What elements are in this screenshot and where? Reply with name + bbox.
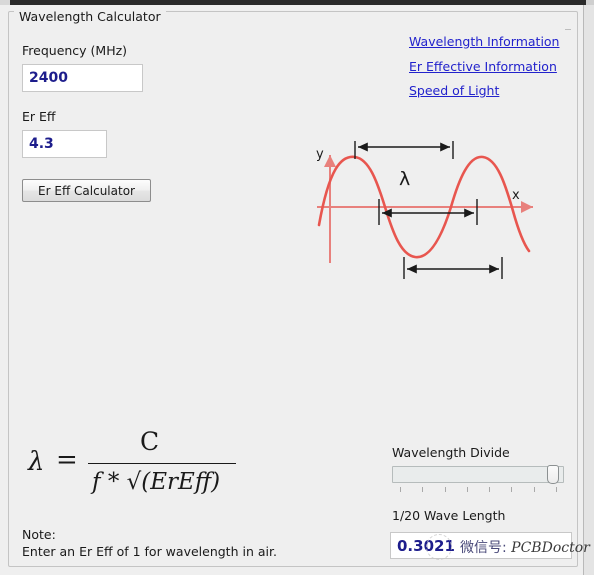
- ereff-input[interactable]: [22, 130, 107, 158]
- note-body: Enter an Er Eff of 1 for wavelength in a…: [22, 544, 277, 559]
- window-top-left-notch: [0, 0, 10, 5]
- measure-zero-to-zero: [378, 199, 478, 225]
- measure-trough-to-trough: [403, 257, 503, 279]
- formula-denominator: f * √(ErEff): [92, 469, 221, 495]
- note-block: Note: Enter an Er Eff of 1 for wavelengt…: [22, 526, 277, 560]
- wave-length-result-label: 1/20 Wave Length: [392, 508, 506, 523]
- diagram-y-label: y: [316, 147, 324, 162]
- right-gutter: [584, 5, 594, 575]
- slider-tick: [422, 487, 423, 492]
- formula-numerator: C: [140, 427, 160, 456]
- slider-tick: [489, 487, 490, 492]
- slider-tick: [400, 487, 401, 492]
- slider-tick: [467, 487, 468, 492]
- wavelength-divide-label: Wavelength Divide: [392, 445, 510, 460]
- link-speed-of-light[interactable]: Speed of Light: [409, 83, 499, 98]
- frequency-label: Frequency (MHz): [22, 43, 128, 58]
- lambda-label: λ: [399, 168, 410, 190]
- link-er-effective-information[interactable]: Er Effective Information: [409, 59, 557, 74]
- frequency-input[interactable]: [22, 64, 143, 92]
- wavelength-diagram: y x λ: [316, 141, 533, 279]
- formula-equals-sign: =: [56, 445, 78, 475]
- groupbox-title: Wavelength Calculator: [14, 10, 166, 24]
- link-wavelength-information[interactable]: Wavelength Information: [409, 34, 559, 49]
- wavelength-divide-slider[interactable]: [392, 465, 564, 492]
- window-top-edge: [0, 0, 594, 5]
- groupbox-corner-tick: [565, 29, 571, 30]
- slider-tick: [445, 487, 446, 492]
- wave-length-result-field[interactable]: [390, 532, 572, 559]
- diagram-axes: [317, 155, 533, 263]
- diagram-x-label: x: [512, 188, 520, 203]
- note-title: Note:: [22, 527, 56, 542]
- slider-track[interactable]: [392, 466, 564, 483]
- ereff-label: Er Eff: [22, 109, 56, 124]
- slider-thumb[interactable]: [547, 465, 559, 484]
- wavelength-formula: λ = C f * √(ErEff): [22, 415, 262, 510]
- formula-lambda-symbol: λ: [28, 447, 45, 477]
- right-border-line: [583, 5, 584, 575]
- measure-crest-to-crest: [354, 141, 454, 159]
- formula-fraction-bar: [88, 463, 236, 464]
- slider-tick: [556, 487, 557, 492]
- slider-tick: [534, 487, 535, 492]
- wavelength-calculator-window: Wavelength Calculator Frequency (MHz) Er…: [0, 0, 594, 575]
- er-eff-calculator-button[interactable]: Er Eff Calculator: [22, 179, 151, 202]
- slider-tick: [511, 487, 512, 492]
- slider-ticks: [392, 487, 564, 493]
